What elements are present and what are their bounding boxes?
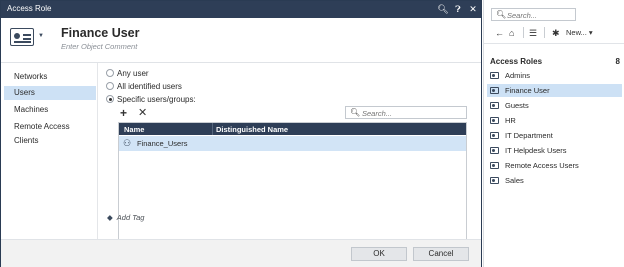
add-icon[interactable]: + (120, 107, 127, 119)
access-role-icon (490, 162, 499, 169)
star-icon[interactable]: ✱ (552, 28, 560, 38)
list-item[interactable]: IT Department (487, 129, 622, 142)
panel-title: Access Roles (490, 57, 543, 66)
new-button[interactable]: New... ▾ (566, 28, 593, 37)
dialog-titlebar: Access Role 🔍︎ ❓︎ ✕ (1, 1, 481, 18)
help-icon[interactable]: ❓︎ (452, 3, 464, 15)
radio-label: Specific users/groups: (117, 95, 196, 104)
column-distinguished-name[interactable]: Distinguished Name (216, 125, 288, 134)
new-button-label: New... (566, 28, 587, 37)
table-row[interactable]: ⚇ Finance_Users (119, 136, 466, 151)
object-header: ▼ Finance User Enter Object Comment (1, 18, 481, 63)
search-icon[interactable]: 🔍︎ (437, 3, 449, 15)
row-name: Finance_Users (137, 139, 188, 148)
table-header: Name Distinguished Name (119, 123, 466, 135)
radio-specific-users-groups[interactable] (106, 95, 114, 103)
panel-search: 🔍︎ (491, 8, 576, 21)
access-role-icon (490, 72, 499, 79)
list-item[interactable]: Remote Access Users (487, 159, 622, 172)
access-role-icon (490, 132, 499, 139)
list-view-icon[interactable]: ☰ (529, 28, 537, 38)
dialog-footer: OK Cancel (1, 239, 481, 267)
tag-icon: ◆ (107, 213, 113, 222)
access-role-icon (490, 87, 499, 94)
panel-count: 8 (615, 57, 620, 66)
screen: Access Role 🔍︎ ❓︎ ✕ ▼ Finance User Enter… (0, 0, 624, 267)
members-search-input[interactable] (362, 108, 464, 118)
radio-label: Any user (117, 69, 149, 78)
list-item[interactable]: HR (487, 114, 622, 127)
members-table: Name Distinguished Name ⚇ Finance_Users (118, 122, 467, 257)
close-icon[interactable]: ✕ (467, 3, 479, 15)
panel-search-input[interactable] (507, 10, 573, 20)
search-icon: 🔍︎ (496, 10, 507, 19)
users-content: Any user All identified users Specific u… (98, 63, 481, 257)
left-nav: Networks Users Machines Remote Access Cl… (1, 63, 98, 239)
members-search: 🔍︎ (345, 106, 467, 119)
ok-button[interactable]: OK (351, 247, 407, 261)
radio-label: All identified users (117, 82, 182, 91)
access-role-dialog: Access Role 🔍︎ ❓︎ ✕ ▼ Finance User Enter… (0, 0, 482, 267)
access-roles-panel: 🔍︎ ← ⌂ ☰ ✱ New... ▾ Access Roles 8 Admin… (483, 0, 624, 267)
cancel-button[interactable]: Cancel (413, 247, 469, 261)
list-item[interactable]: IT Helpdesk Users (487, 144, 622, 157)
list-item[interactable]: Finance User (487, 84, 622, 97)
add-tag-label: Add Tag (116, 213, 145, 222)
radio-all-identified-users[interactable] (106, 82, 114, 90)
nav-item-users[interactable]: Users (4, 86, 96, 100)
object-name[interactable]: Finance User (61, 26, 140, 40)
list-item[interactable]: Sales (487, 174, 622, 187)
radio-any-user[interactable] (106, 69, 114, 77)
list-item[interactable]: Guests (487, 99, 622, 112)
id-card-icon[interactable] (10, 28, 34, 46)
object-comment-field[interactable]: Enter Object Comment (61, 42, 137, 51)
remove-icon[interactable]: ✕ (138, 107, 147, 119)
column-name[interactable]: Name (124, 125, 144, 134)
nav-item-networks[interactable]: Networks (4, 70, 96, 84)
home-icon[interactable]: ⌂ (509, 28, 514, 38)
search-icon: 🔍︎ (350, 108, 361, 117)
chevron-down-icon[interactable]: ▼ (38, 33, 44, 39)
nav-item-machines[interactable]: Machines (4, 103, 96, 117)
list-item[interactable]: Admins (487, 69, 622, 82)
user-group-icon: ⚇ (123, 138, 132, 148)
access-role-icon (490, 102, 499, 109)
back-arrow-icon[interactable]: ← (495, 28, 504, 38)
add-tag-link[interactable]: ◆ Add Tag (107, 213, 144, 222)
dialog-title: Access Role (7, 4, 52, 13)
access-role-icon (490, 177, 499, 184)
access-role-icon (490, 117, 499, 124)
access-role-icon (490, 147, 499, 154)
nav-item-remote-access-clients[interactable]: Remote Access Clients (4, 120, 96, 145)
